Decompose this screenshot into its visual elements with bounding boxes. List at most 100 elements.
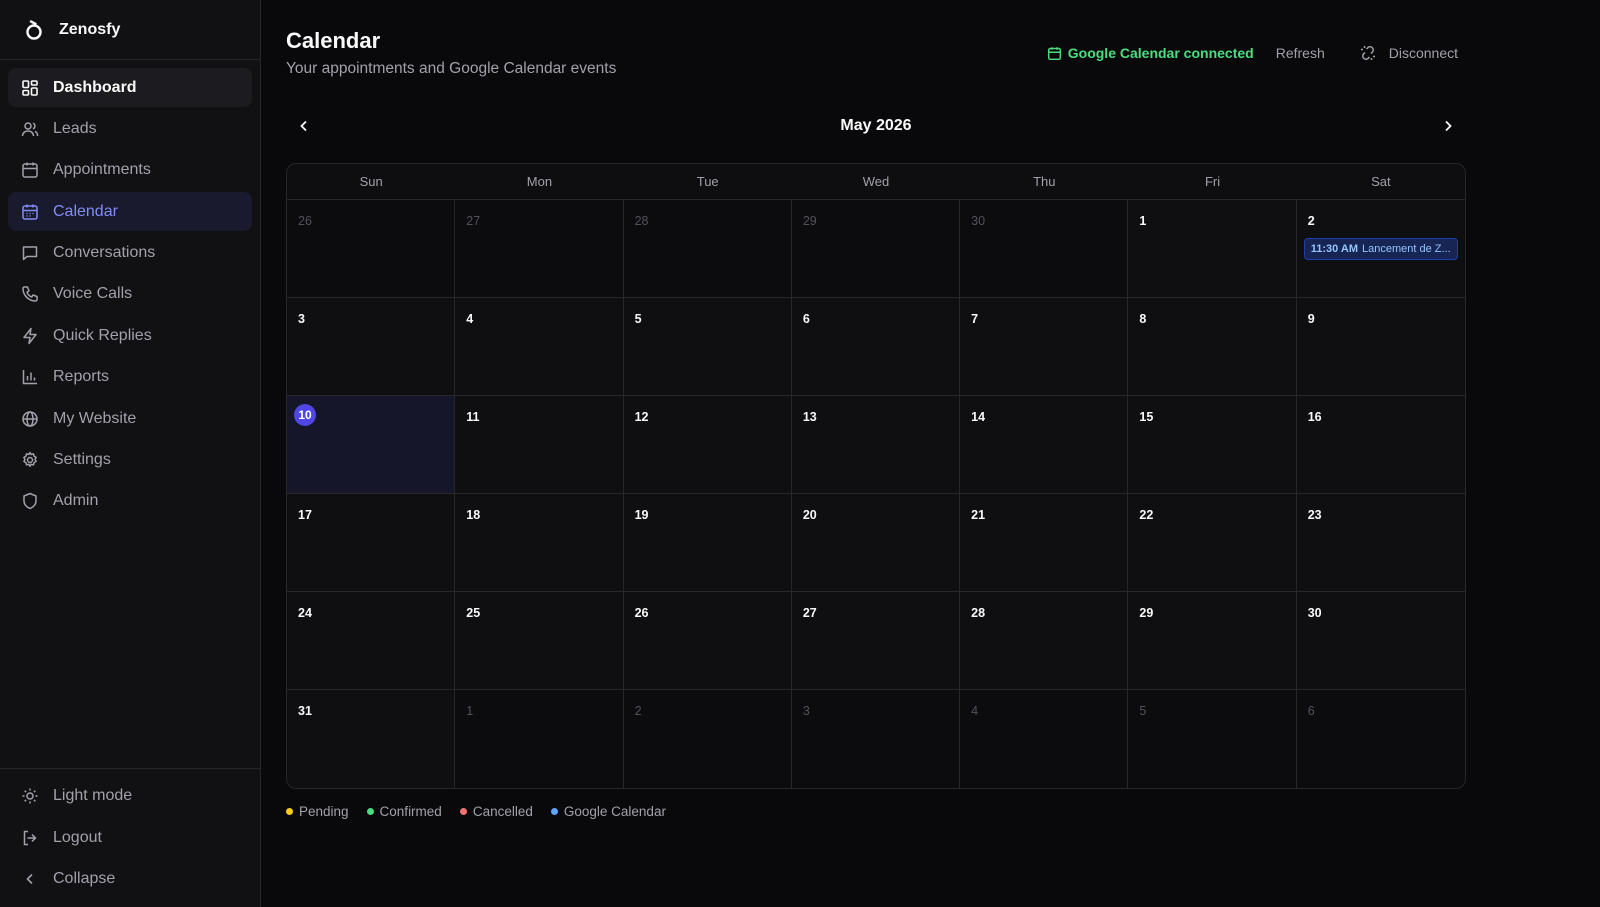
weekday-label: Mon bbox=[526, 174, 553, 189]
day-cell[interactable]: 15 bbox=[1128, 396, 1297, 494]
calendar-icon bbox=[1047, 46, 1062, 61]
day-cell[interactable]: 29 bbox=[791, 200, 961, 298]
day-cell[interactable]: 4 bbox=[960, 690, 1129, 788]
day-number: 30 bbox=[971, 214, 986, 228]
month-navigation: May 2026 bbox=[286, 112, 1466, 140]
day-cell[interactable]: 6 bbox=[791, 298, 961, 396]
globe-icon bbox=[21, 410, 39, 428]
day-number: 25 bbox=[466, 606, 481, 620]
day-number: 26 bbox=[298, 214, 312, 228]
day-cell[interactable]: 27 bbox=[791, 592, 961, 690]
sidebar-item-settings[interactable]: Settings bbox=[8, 441, 252, 480]
sidebar-item-conversations[interactable]: Conversations bbox=[8, 234, 252, 273]
day-cell[interactable]: 4 bbox=[455, 298, 624, 396]
day-cell-today[interactable]: 10 bbox=[287, 396, 456, 494]
sidebar-item-reports[interactable]: Reports bbox=[8, 358, 252, 397]
day-cell[interactable]: 6 bbox=[1296, 690, 1465, 788]
day-cell[interactable]: 2 11:30 AM Lancement de Z... bbox=[1296, 200, 1465, 298]
brand-name: Zenosfy bbox=[59, 20, 121, 38]
weekday-label: Sun bbox=[359, 174, 383, 189]
weekday-label: Sat bbox=[1371, 174, 1391, 189]
day-number: 28 bbox=[634, 214, 649, 228]
weekday-label: Wed bbox=[862, 174, 890, 189]
day-cell[interactable]: 27 bbox=[455, 200, 624, 298]
day-number: 26 bbox=[634, 606, 649, 620]
next-month-button[interactable] bbox=[1438, 116, 1458, 136]
day-cell[interactable]: 21 bbox=[960, 494, 1129, 592]
status-legend: Pending Confirmed Cancelled Google Calen… bbox=[286, 804, 684, 819]
refresh-button[interactable]: Refresh bbox=[1276, 45, 1325, 61]
day-cell[interactable]: 1 bbox=[1128, 200, 1297, 298]
sidebar-item-leads[interactable]: Leads bbox=[8, 109, 252, 148]
sidebar-item-label: Dashboard bbox=[53, 78, 137, 96]
day-number: 8 bbox=[1139, 312, 1147, 326]
day-cell[interactable]: 3 bbox=[287, 298, 456, 396]
day-cell[interactable]: 5 bbox=[1128, 690, 1297, 788]
day-cell[interactable]: 1 bbox=[455, 690, 624, 788]
logout-icon bbox=[21, 829, 39, 847]
day-cell[interactable]: 18 bbox=[455, 494, 624, 592]
day-cell[interactable]: 13 bbox=[791, 396, 961, 494]
day-cell[interactable]: 30 bbox=[960, 200, 1129, 298]
day-cell[interactable]: 19 bbox=[623, 494, 792, 592]
chevron-right-icon bbox=[1445, 120, 1452, 132]
day-cell[interactable]: 8 bbox=[1128, 298, 1297, 396]
event-title: Lancement de Z... bbox=[1362, 243, 1451, 255]
sidebar-item-appointments[interactable]: Appointments bbox=[8, 151, 252, 190]
month-calendar: Sun Mon Tue Wed Thu Fri Sat 26 27 28 29 … bbox=[286, 163, 1466, 789]
legend-dot bbox=[550, 808, 558, 815]
day-cell[interactable]: 3 bbox=[791, 690, 961, 788]
sidebar-item-my-website[interactable]: My Website bbox=[8, 399, 252, 438]
day-cell[interactable]: 28 bbox=[623, 200, 792, 298]
light-mode-toggle[interactable]: Light mode bbox=[8, 777, 252, 816]
sidebar-item-calendar[interactable]: Calendar bbox=[8, 192, 252, 232]
day-cell[interactable]: 7 bbox=[960, 298, 1129, 396]
day-cell[interactable]: 23 bbox=[1296, 494, 1465, 592]
day-cell[interactable]: 20 bbox=[791, 494, 961, 592]
day-number: 16 bbox=[1307, 410, 1322, 424]
day-cell[interactable]: 24 bbox=[287, 592, 456, 690]
sidebar-item-quick-replies[interactable]: Quick Replies bbox=[8, 316, 252, 355]
sidebar-item-dashboard[interactable]: Dashboard bbox=[8, 68, 252, 107]
day-cell[interactable]: 16 bbox=[1296, 396, 1465, 494]
sidebar-item-label: Voice Calls bbox=[53, 285, 133, 303]
day-number: 1 bbox=[1139, 214, 1147, 228]
day-cell[interactable]: 9 bbox=[1296, 298, 1465, 396]
day-number: 3 bbox=[802, 704, 810, 718]
legend-item-cancelled: Cancelled bbox=[459, 804, 533, 819]
logout-button[interactable]: Logout bbox=[8, 818, 252, 857]
main-content: Calendar Your appointments and Google Ca… bbox=[262, 0, 1600, 907]
disconnect-button[interactable]: Disconnect bbox=[1359, 44, 1458, 62]
sidebar-item-voice-calls[interactable]: Voice Calls bbox=[8, 275, 252, 314]
collapse-button[interactable]: Collapse bbox=[8, 860, 252, 899]
today-badge: 10 bbox=[294, 404, 316, 426]
day-cell[interactable]: 31 bbox=[287, 690, 456, 788]
shield-icon bbox=[21, 492, 39, 510]
day-cell[interactable]: 17 bbox=[287, 494, 456, 592]
day-cell[interactable]: 29 bbox=[1128, 592, 1297, 690]
legend-item-google-calendar: Google Calendar bbox=[550, 804, 666, 819]
day-cell[interactable]: 26 bbox=[623, 592, 792, 690]
calendar-icon bbox=[21, 203, 39, 221]
sidebar-item-admin[interactable]: Admin bbox=[8, 482, 252, 521]
day-cell[interactable]: 14 bbox=[960, 396, 1129, 494]
day-number: 5 bbox=[1139, 704, 1147, 718]
day-cell[interactable]: 26 bbox=[287, 200, 456, 298]
google-calendar-event[interactable]: 11:30 AM Lancement de Z... bbox=[1303, 238, 1458, 260]
gear-icon bbox=[21, 451, 39, 469]
day-cell[interactable]: 2 bbox=[623, 690, 792, 788]
day-cell[interactable]: 30 bbox=[1296, 592, 1465, 690]
bar-chart-icon bbox=[21, 368, 39, 386]
day-cell[interactable]: 11 bbox=[455, 396, 624, 494]
legend-label: Cancelled bbox=[472, 804, 533, 819]
day-cell[interactable]: 25 bbox=[455, 592, 624, 690]
day-cell[interactable]: 12 bbox=[623, 396, 792, 494]
grid-icon bbox=[21, 79, 39, 97]
day-number: 29 bbox=[802, 214, 817, 228]
sidebar: Zenosfy Dashboard Leads Appointments Cal… bbox=[0, 0, 261, 907]
day-cell[interactable]: 28 bbox=[960, 592, 1129, 690]
brand: Zenosfy bbox=[0, 0, 260, 60]
day-cell[interactable]: 22 bbox=[1128, 494, 1297, 592]
day-cell[interactable]: 5 bbox=[623, 298, 792, 396]
sidebar-item-label: Settings bbox=[53, 451, 111, 469]
